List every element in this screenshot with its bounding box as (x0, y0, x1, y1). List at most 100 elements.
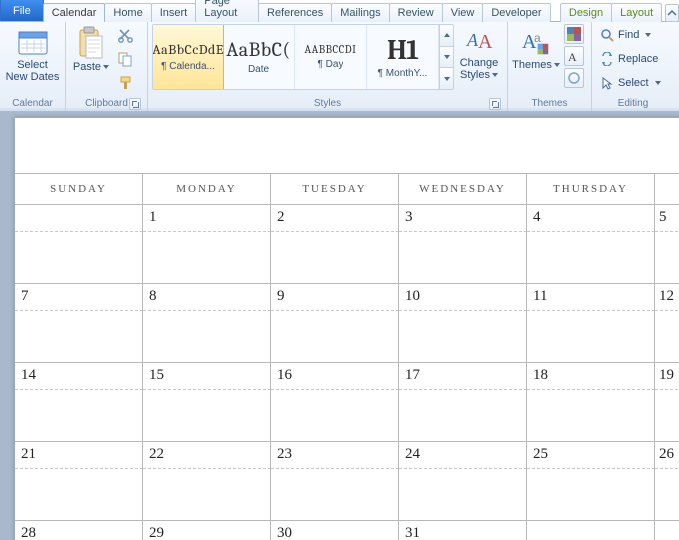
tab-design[interactable]: Design (560, 3, 612, 22)
tab-references[interactable]: References (258, 3, 332, 22)
calendar-day-header (655, 173, 679, 204)
select-button[interactable]: Select (596, 72, 670, 94)
calendar-date-cell[interactable]: 2 (271, 204, 399, 231)
calendar-date-cell[interactable]: 19 (655, 362, 679, 389)
tab-calendar[interactable]: Calendar (43, 3, 106, 22)
paste-button[interactable]: Paste (70, 24, 112, 73)
find-button[interactable]: Find (596, 24, 670, 46)
calendar-date-cell[interactable]: 10 (399, 283, 527, 310)
calendar-content-cell[interactable] (15, 231, 143, 283)
calendar-date-cell[interactable]: 26 (655, 441, 679, 468)
calendar-content-cell[interactable] (399, 231, 527, 283)
calendar-date-cell[interactable] (655, 520, 679, 540)
calendar-date-cell[interactable]: 12 (655, 283, 679, 310)
calendar-content-cell[interactable] (527, 231, 655, 283)
style-day[interactable]: AABBCCDI ¶ Day (295, 25, 367, 89)
calendar-date-cell[interactable]: 11 (527, 283, 655, 310)
select-new-dates-button[interactable]: Select New Dates (4, 24, 61, 83)
calendar-content-cell[interactable] (271, 389, 399, 441)
change-styles-button[interactable]: A A Change Styles (456, 24, 502, 81)
calendar-date-cell[interactable]: 30 (271, 520, 399, 540)
tab-insert[interactable]: Insert (151, 3, 197, 22)
calendar-date-cell[interactable]: 21 (15, 441, 143, 468)
calendar-content-cell[interactable] (527, 468, 655, 520)
calendar-content-cell[interactable] (655, 468, 679, 520)
calendar-content-cell[interactable] (15, 389, 143, 441)
find-icon (600, 28, 614, 42)
calendar-date-cell[interactable]: 16 (271, 362, 399, 389)
format-painter-button[interactable] (114, 72, 136, 94)
clipboard-launcher[interactable] (129, 98, 141, 110)
calendar-date-cell[interactable]: 25 (527, 441, 655, 468)
group-calendar: Select New Dates Calendar (0, 22, 66, 111)
collapse-ribbon-button[interactable] (665, 4, 679, 22)
styles-launcher[interactable] (489, 98, 501, 110)
calendar-date-cell[interactable]: 28 (15, 520, 143, 540)
calendar-date-cell[interactable]: 14 (15, 362, 143, 389)
calendar-date-cell[interactable]: 24 (399, 441, 527, 468)
tab-layout[interactable]: Layout (611, 3, 662, 22)
calendar-table[interactable]: SUNDAYMONDAYTUESDAYWEDNESDAYTHURSDAY 123… (15, 173, 679, 540)
styles-expand[interactable] (440, 68, 453, 89)
style-monthyear[interactable]: H1 ¶ MonthY... (367, 25, 439, 89)
theme-colors-button[interactable] (564, 24, 584, 44)
tab-page-layout[interactable]: Page Layout (195, 0, 259, 22)
fonts-icon: A (567, 49, 581, 63)
calendar-date-cell[interactable]: 31 (399, 520, 527, 540)
tab-review[interactable]: Review (389, 3, 443, 22)
styles-gallery[interactable]: AaBbCcDdE ¶ Calenda... AaBbC( Date AABBC… (152, 24, 454, 90)
style-calendar[interactable]: AaBbCcDdE ¶ Calenda... (152, 24, 224, 90)
calendar-content-cell[interactable] (655, 231, 679, 283)
calendar-date-cell[interactable]: 15 (143, 362, 271, 389)
calendar-content-cell[interactable] (15, 468, 143, 520)
calendar-content-cell[interactable] (271, 468, 399, 520)
calendar-content-cell[interactable] (655, 310, 679, 362)
calendar-content-cell[interactable] (15, 310, 143, 362)
calendar-content-cell[interactable] (527, 310, 655, 362)
calendar-date-cell[interactable]: 18 (527, 362, 655, 389)
calendar-content-cell[interactable] (271, 310, 399, 362)
styles-scroll-up[interactable] (440, 25, 453, 47)
calendar-date-cell[interactable]: 17 (399, 362, 527, 389)
calendar-content-cell[interactable] (399, 310, 527, 362)
cut-button[interactable] (114, 24, 136, 46)
calendar-date-cell[interactable]: 3 (399, 204, 527, 231)
calendar-content-cell[interactable] (143, 468, 271, 520)
calendar-date-cell[interactable]: 8 (143, 283, 271, 310)
calendar-date-cell[interactable] (527, 520, 655, 540)
calendar-date-cell[interactable]: 5 (655, 204, 679, 231)
copy-icon (117, 51, 133, 67)
styles-scroll-down[interactable] (440, 47, 453, 69)
themes-button[interactable]: A a Themes (512, 24, 560, 71)
replace-button[interactable]: Replace (596, 48, 670, 70)
calendar-content-cell[interactable] (143, 231, 271, 283)
calendar-content-cell[interactable] (143, 389, 271, 441)
theme-fonts-button[interactable]: A (564, 46, 584, 66)
calendar-date-cell[interactable]: 29 (143, 520, 271, 540)
calendar-date-cell[interactable]: 9 (271, 283, 399, 310)
page[interactable]: SUNDAYMONDAYTUESDAYWEDNESDAYTHURSDAY 123… (14, 117, 679, 540)
svg-text:A: A (478, 31, 493, 53)
calendar-date-cell[interactable]: 23 (271, 441, 399, 468)
styles-scroll (439, 25, 453, 89)
tab-home[interactable]: Home (104, 3, 151, 22)
tab-mailings[interactable]: Mailings (331, 3, 389, 22)
calendar-content-cell[interactable] (399, 468, 527, 520)
calendar-date-cell[interactable]: 1 (143, 204, 271, 231)
calendar-content-cell[interactable] (655, 389, 679, 441)
calendar-content-cell[interactable] (399, 389, 527, 441)
calendar-content-cell[interactable] (271, 231, 399, 283)
calendar-date-cell[interactable]: 7 (15, 283, 143, 310)
style-date[interactable]: AaBbC( Date (223, 25, 295, 89)
calendar-date-cell[interactable]: 4 (527, 204, 655, 231)
svg-text:a: a (534, 31, 541, 45)
calendar-date-cell[interactable] (15, 204, 143, 231)
tab-file[interactable]: File (0, 0, 44, 21)
calendar-date-cell[interactable]: 22 (143, 441, 271, 468)
theme-effects-button[interactable] (564, 68, 584, 88)
calendar-content-cell[interactable] (143, 310, 271, 362)
calendar-content-cell[interactable] (527, 389, 655, 441)
tab-developer[interactable]: Developer (482, 3, 550, 22)
copy-button[interactable] (114, 48, 136, 70)
tab-view[interactable]: View (442, 3, 484, 22)
